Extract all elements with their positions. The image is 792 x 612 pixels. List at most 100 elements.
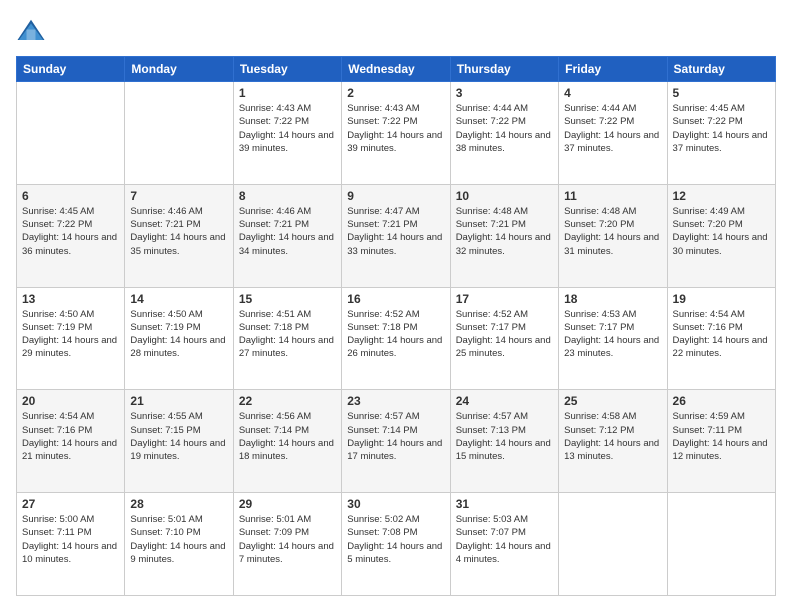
- day-info: Sunrise: 4:46 AM Sunset: 7:21 PM Dayligh…: [130, 205, 227, 258]
- calendar-cell: [17, 82, 125, 185]
- day-number: 15: [239, 292, 336, 306]
- calendar-cell: 17 Sunrise: 4:52 AM Sunset: 7:17 PM Dayli…: [450, 287, 558, 390]
- day-info: Sunrise: 4:49 AM Sunset: 7:20 PM Dayligh…: [673, 205, 770, 258]
- calendar-cell: 1 Sunrise: 4:43 AM Sunset: 7:22 PM Daylig…: [233, 82, 341, 185]
- calendar-cell: 15 Sunrise: 4:51 AM Sunset: 7:18 PM Dayli…: [233, 287, 341, 390]
- calendar-day-header: Thursday: [450, 57, 558, 82]
- day-number: 28: [130, 497, 227, 511]
- day-number: 23: [347, 394, 444, 408]
- calendar-day-header: Saturday: [667, 57, 775, 82]
- day-info: Sunrise: 4:43 AM Sunset: 7:22 PM Dayligh…: [239, 102, 336, 155]
- calendar-cell: 14Sunrise: 4:50 AM Sunset: 7:19 PM Dayli…: [125, 287, 233, 390]
- day-number: 31: [456, 497, 553, 511]
- calendar-cell: 18 Sunrise: 4:53 AM Sunset: 7:17 PM Dayli…: [559, 287, 667, 390]
- logo-icon: [16, 16, 46, 46]
- calendar-day-header: Wednesday: [342, 57, 450, 82]
- calendar-cell: 3 Sunrise: 4:44 AM Sunset: 7:22 PM Daylig…: [450, 82, 558, 185]
- day-info: Sunrise: 5:03 AM Sunset: 7:07 PM Dayligh…: [456, 513, 553, 566]
- calendar-cell: 31 Sunrise: 5:03 AM Sunset: 7:07 PM Dayli…: [450, 493, 558, 596]
- calendar-cell: 28 Sunrise: 5:01 AM Sunset: 7:10 PM Dayli…: [125, 493, 233, 596]
- calendar-day-header: Sunday: [17, 57, 125, 82]
- day-info: Sunrise: 4:47 AM Sunset: 7:21 PM Dayligh…: [347, 205, 444, 258]
- header: [16, 16, 776, 46]
- day-info: Sunrise: 4:50 AM Sunset: 7:19 PM Dayligh…: [22, 308, 119, 361]
- day-info: Sunrise: 4:48 AM Sunset: 7:20 PM Dayligh…: [564, 205, 661, 258]
- calendar-cell: 10 Sunrise: 4:48 AM Sunset: 7:21 PM Dayli…: [450, 184, 558, 287]
- calendar-cell: 27 Sunrise: 5:00 AM Sunset: 7:11 PM Dayli…: [17, 493, 125, 596]
- day-number: 5: [673, 86, 770, 100]
- day-number: 22: [239, 394, 336, 408]
- day-info: Sunrise: 5:00 AM Sunset: 7:11 PM Dayligh…: [22, 513, 119, 566]
- calendar-cell: 8 Sunrise: 4:46 AM Sunset: 7:21 PM Daylig…: [233, 184, 341, 287]
- calendar-cell: 7 Sunrise: 4:46 AM Sunset: 7:21 PM Daylig…: [125, 184, 233, 287]
- day-number: 7: [130, 189, 227, 203]
- day-info: Sunrise: 4:43 AM Sunset: 7:22 PM Dayligh…: [347, 102, 444, 155]
- day-number: 14: [130, 292, 227, 306]
- calendar-week-row: 6 Sunrise: 4:45 AM Sunset: 7:22 PM Daylig…: [17, 184, 776, 287]
- day-number: 6: [22, 189, 119, 203]
- calendar-cell: 6 Sunrise: 4:45 AM Sunset: 7:22 PM Daylig…: [17, 184, 125, 287]
- day-info: Sunrise: 4:55 AM Sunset: 7:15 PM Dayligh…: [130, 410, 227, 463]
- day-number: 20: [22, 394, 119, 408]
- day-info: Sunrise: 4:54 AM Sunset: 7:16 PM Dayligh…: [22, 410, 119, 463]
- day-number: 8: [239, 189, 336, 203]
- calendar-cell: 24 Sunrise: 4:57 AM Sunset: 7:13 PM Dayli…: [450, 390, 558, 493]
- calendar-day-header: Friday: [559, 57, 667, 82]
- day-info: Sunrise: 4:57 AM Sunset: 7:13 PM Dayligh…: [456, 410, 553, 463]
- day-number: 4: [564, 86, 661, 100]
- day-info: Sunrise: 5:01 AM Sunset: 7:10 PM Dayligh…: [130, 513, 227, 566]
- day-number: 3: [456, 86, 553, 100]
- day-number: 21: [130, 394, 227, 408]
- day-info: Sunrise: 4:44 AM Sunset: 7:22 PM Dayligh…: [456, 102, 553, 155]
- day-info: Sunrise: 4:45 AM Sunset: 7:22 PM Dayligh…: [673, 102, 770, 155]
- calendar-cell: 25Sunrise: 4:58 AM Sunset: 7:12 PM Dayli…: [559, 390, 667, 493]
- day-info: Sunrise: 4:46 AM Sunset: 7:21 PM Dayligh…: [239, 205, 336, 258]
- day-info: Sunrise: 5:01 AM Sunset: 7:09 PM Dayligh…: [239, 513, 336, 566]
- day-number: 29: [239, 497, 336, 511]
- day-number: 13: [22, 292, 119, 306]
- day-number: 24: [456, 394, 553, 408]
- calendar-cell: 23Sunrise: 4:57 AM Sunset: 7:14 PM Dayli…: [342, 390, 450, 493]
- day-number: 10: [456, 189, 553, 203]
- calendar-cell: 20 Sunrise: 4:54 AM Sunset: 7:16 PM Dayli…: [17, 390, 125, 493]
- day-number: 30: [347, 497, 444, 511]
- day-info: Sunrise: 5:02 AM Sunset: 7:08 PM Dayligh…: [347, 513, 444, 566]
- logo: [16, 16, 50, 46]
- calendar-cell: 2Sunrise: 4:43 AM Sunset: 7:22 PM Daylig…: [342, 82, 450, 185]
- calendar-week-row: 13 Sunrise: 4:50 AM Sunset: 7:19 PM Dayli…: [17, 287, 776, 390]
- calendar-cell: 29 Sunrise: 5:01 AM Sunset: 7:09 PM Dayli…: [233, 493, 341, 596]
- calendar-cell: 21 Sunrise: 4:55 AM Sunset: 7:15 PM Dayli…: [125, 390, 233, 493]
- calendar-week-row: 1 Sunrise: 4:43 AM Sunset: 7:22 PM Daylig…: [17, 82, 776, 185]
- calendar-cell: 22Sunrise: 4:56 AM Sunset: 7:14 PM Dayli…: [233, 390, 341, 493]
- day-number: 25: [564, 394, 661, 408]
- day-info: Sunrise: 4:45 AM Sunset: 7:22 PM Dayligh…: [22, 205, 119, 258]
- day-info: Sunrise: 4:53 AM Sunset: 7:17 PM Dayligh…: [564, 308, 661, 361]
- calendar-day-header: Tuesday: [233, 57, 341, 82]
- day-info: Sunrise: 4:48 AM Sunset: 7:21 PM Dayligh…: [456, 205, 553, 258]
- calendar-header-row: SundayMondayTuesdayWednesdayThursdayFrid…: [17, 57, 776, 82]
- calendar-cell: 4 Sunrise: 4:44 AM Sunset: 7:22 PM Daylig…: [559, 82, 667, 185]
- day-number: 19: [673, 292, 770, 306]
- day-number: 1: [239, 86, 336, 100]
- day-number: 18: [564, 292, 661, 306]
- day-number: 16: [347, 292, 444, 306]
- calendar-cell: [125, 82, 233, 185]
- calendar-week-row: 27 Sunrise: 5:00 AM Sunset: 7:11 PM Dayli…: [17, 493, 776, 596]
- calendar-cell: 26Sunrise: 4:59 AM Sunset: 7:11 PM Dayli…: [667, 390, 775, 493]
- day-info: Sunrise: 4:52 AM Sunset: 7:18 PM Dayligh…: [347, 308, 444, 361]
- calendar-cell: 11Sunrise: 4:48 AM Sunset: 7:20 PM Dayli…: [559, 184, 667, 287]
- day-number: 27: [22, 497, 119, 511]
- calendar-cell: [667, 493, 775, 596]
- day-info: Sunrise: 4:59 AM Sunset: 7:11 PM Dayligh…: [673, 410, 770, 463]
- calendar-cell: 12 Sunrise: 4:49 AM Sunset: 7:20 PM Dayli…: [667, 184, 775, 287]
- page: SundayMondayTuesdayWednesdayThursdayFrid…: [0, 0, 792, 612]
- calendar-cell: 9Sunrise: 4:47 AM Sunset: 7:21 PM Daylig…: [342, 184, 450, 287]
- day-info: Sunrise: 4:51 AM Sunset: 7:18 PM Dayligh…: [239, 308, 336, 361]
- calendar-cell: [559, 493, 667, 596]
- day-number: 12: [673, 189, 770, 203]
- day-info: Sunrise: 4:52 AM Sunset: 7:17 PM Dayligh…: [456, 308, 553, 361]
- calendar-cell: 5 Sunrise: 4:45 AM Sunset: 7:22 PM Daylig…: [667, 82, 775, 185]
- day-number: 17: [456, 292, 553, 306]
- day-info: Sunrise: 4:44 AM Sunset: 7:22 PM Dayligh…: [564, 102, 661, 155]
- calendar-day-header: Monday: [125, 57, 233, 82]
